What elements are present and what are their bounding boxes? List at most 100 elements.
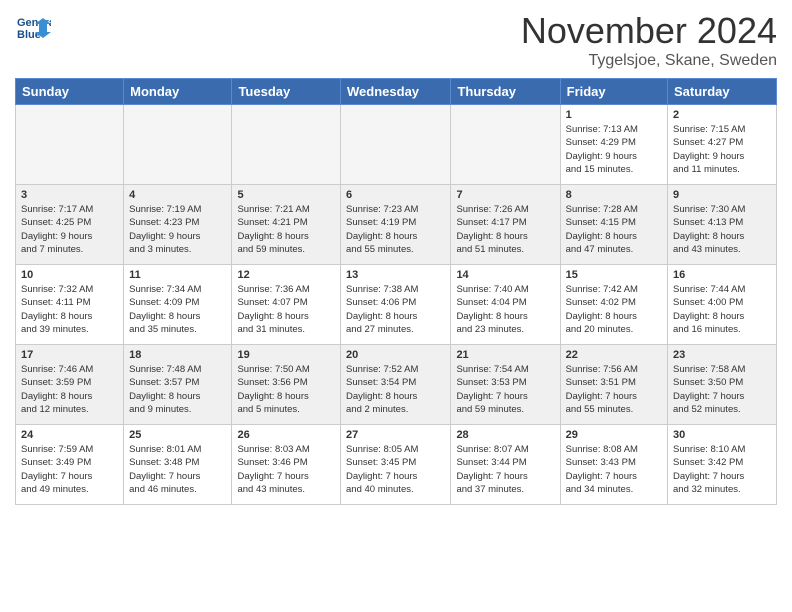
calendar-day: 26Sunrise: 8:03 AM Sunset: 3:46 PM Dayli… (232, 425, 341, 505)
day-info: Sunrise: 8:10 AM Sunset: 3:42 PM Dayligh… (673, 443, 771, 496)
day-number: 23 (673, 349, 771, 361)
day-number: 12 (237, 269, 335, 281)
col-thursday: Thursday (451, 79, 560, 105)
day-info: Sunrise: 7:54 AM Sunset: 3:53 PM Dayligh… (456, 363, 554, 416)
day-number: 15 (566, 269, 662, 281)
day-number: 21 (456, 349, 554, 361)
calendar-day: 10Sunrise: 7:32 AM Sunset: 4:11 PM Dayli… (16, 265, 124, 345)
location: Tygelsjoe, Skane, Sweden (521, 52, 777, 70)
calendar-day: 12 Sunrise: 7:36 AM Sunset: 4:07 PM Dayli… (232, 265, 341, 345)
day-info: Sunrise: 7:34 AM Sunset: 4:09 PM Dayligh… (129, 283, 226, 336)
calendar-day: 9Sunrise: 7:30 AM Sunset: 4:13 PM Daylig… (668, 185, 777, 265)
calendar-week-3: 17 Sunrise: 7:46 AM Sunset: 3:59 PM Dayli… (16, 345, 777, 425)
calendar-day: 24 Sunrise: 7:59 AM Sunset: 3:49 PM Dayli… (16, 425, 124, 505)
day-number: 8 (566, 189, 662, 201)
day-info: Sunrise: 8:08 AM Sunset: 3:43 PM Dayligh… (566, 443, 662, 496)
header: General Blue November 2024 Tygelsjoe, Sk… (15, 10, 777, 70)
day-number: 9 (673, 189, 771, 201)
calendar-day: 7Sunrise: 7:26 AM Sunset: 4:17 PM Daylig… (451, 185, 560, 265)
day-info: Sunrise: 7:58 AM Sunset: 3:50 PM Dayligh… (673, 363, 771, 416)
day-info: Sunrise: 7:59 AM Sunset: 3:49 PM Dayligh… (21, 443, 118, 496)
calendar-day: 15 Sunrise: 7:42 AM Sunset: 4:02 PM Dayli… (560, 265, 667, 345)
calendar-day: 4Sunrise: 7:19 AM Sunset: 4:23 PM Daylig… (124, 185, 232, 265)
day-number: 4 (129, 189, 226, 201)
day-number: 5 (237, 189, 335, 201)
day-number: 20 (346, 349, 445, 361)
day-info: Sunrise: 8:07 AM Sunset: 3:44 PM Dayligh… (456, 443, 554, 496)
calendar-day: 2Sunrise: 7:15 AM Sunset: 4:27 PM Daylig… (668, 105, 777, 185)
col-saturday: Saturday (668, 79, 777, 105)
calendar-day (341, 105, 451, 185)
calendar-day: 27 Sunrise: 8:05 AM Sunset: 3:45 PM Dayli… (341, 425, 451, 505)
calendar-day: 23 Sunrise: 7:58 AM Sunset: 3:50 PM Dayli… (668, 345, 777, 425)
calendar-day: 16 Sunrise: 7:44 AM Sunset: 4:00 PM Dayli… (668, 265, 777, 345)
day-info: Sunrise: 7:42 AM Sunset: 4:02 PM Dayligh… (566, 283, 662, 336)
calendar-day: 13 Sunrise: 7:38 AM Sunset: 4:06 PM Dayli… (341, 265, 451, 345)
day-info: Sunrise: 7:46 AM Sunset: 3:59 PM Dayligh… (21, 363, 118, 416)
title-section: November 2024 Tygelsjoe, Skane, Sweden (521, 10, 777, 70)
day-info: Sunrise: 8:01 AM Sunset: 3:48 PM Dayligh… (129, 443, 226, 496)
day-number: 27 (346, 429, 445, 441)
calendar-week-2: 10Sunrise: 7:32 AM Sunset: 4:11 PM Dayli… (16, 265, 777, 345)
calendar-day: 17 Sunrise: 7:46 AM Sunset: 3:59 PM Dayli… (16, 345, 124, 425)
calendar-day: 20 Sunrise: 7:52 AM Sunset: 3:54 PM Dayli… (341, 345, 451, 425)
calendar-day: 18 Sunrise: 7:48 AM Sunset: 3:57 PM Dayli… (124, 345, 232, 425)
day-number: 28 (456, 429, 554, 441)
calendar-day: 8 Sunrise: 7:28 AM Sunset: 4:15 PM Daylig… (560, 185, 667, 265)
calendar-day (232, 105, 341, 185)
calendar-day: 1 Sunrise: 7:13 AM Sunset: 4:29 PM Daylig… (560, 105, 667, 185)
day-info: Sunrise: 8:05 AM Sunset: 3:45 PM Dayligh… (346, 443, 445, 496)
day-number: 16 (673, 269, 771, 281)
day-info: Sunrise: 7:13 AM Sunset: 4:29 PM Dayligh… (566, 123, 662, 176)
day-info: Sunrise: 7:15 AM Sunset: 4:27 PM Dayligh… (673, 123, 771, 176)
calendar-day (124, 105, 232, 185)
day-info: Sunrise: 7:50 AM Sunset: 3:56 PM Dayligh… (237, 363, 335, 416)
day-number: 3 (21, 189, 118, 201)
day-info: Sunrise: 7:17 AM Sunset: 4:25 PM Dayligh… (21, 203, 118, 256)
day-number: 17 (21, 349, 118, 361)
day-number: 7 (456, 189, 554, 201)
day-info: Sunrise: 7:44 AM Sunset: 4:00 PM Dayligh… (673, 283, 771, 336)
svg-text:Blue: Blue (17, 29, 41, 41)
calendar-day: 5Sunrise: 7:21 AM Sunset: 4:21 PM Daylig… (232, 185, 341, 265)
calendar-day: 30 Sunrise: 8:10 AM Sunset: 3:42 PM Dayli… (668, 425, 777, 505)
month-title: November 2024 (521, 10, 777, 52)
day-number: 1 (566, 109, 662, 121)
day-info: Sunrise: 7:48 AM Sunset: 3:57 PM Dayligh… (129, 363, 226, 416)
logo: General Blue (15, 10, 55, 46)
calendar-day: 21 Sunrise: 7:54 AM Sunset: 3:53 PM Dayli… (451, 345, 560, 425)
calendar-day (451, 105, 560, 185)
day-info: Sunrise: 8:03 AM Sunset: 3:46 PM Dayligh… (237, 443, 335, 496)
day-number: 29 (566, 429, 662, 441)
calendar-day: 11 Sunrise: 7:34 AM Sunset: 4:09 PM Dayli… (124, 265, 232, 345)
col-friday: Friday (560, 79, 667, 105)
calendar-day: 28 Sunrise: 8:07 AM Sunset: 3:44 PM Dayli… (451, 425, 560, 505)
day-number: 14 (456, 269, 554, 281)
day-info: Sunrise: 7:32 AM Sunset: 4:11 PM Dayligh… (21, 283, 118, 336)
calendar-day: 25 Sunrise: 8:01 AM Sunset: 3:48 PM Dayli… (124, 425, 232, 505)
day-number: 6 (346, 189, 445, 201)
calendar-day (16, 105, 124, 185)
day-number: 13 (346, 269, 445, 281)
calendar-week-0: 1 Sunrise: 7:13 AM Sunset: 4:29 PM Daylig… (16, 105, 777, 185)
day-number: 18 (129, 349, 226, 361)
day-info: Sunrise: 7:23 AM Sunset: 4:19 PM Dayligh… (346, 203, 445, 256)
calendar-day: 6 Sunrise: 7:23 AM Sunset: 4:19 PM Daylig… (341, 185, 451, 265)
day-info: Sunrise: 7:36 AM Sunset: 4:07 PM Dayligh… (237, 283, 335, 336)
calendar-day: 22Sunrise: 7:56 AM Sunset: 3:51 PM Dayli… (560, 345, 667, 425)
day-info: Sunrise: 7:52 AM Sunset: 3:54 PM Dayligh… (346, 363, 445, 416)
day-info: Sunrise: 7:38 AM Sunset: 4:06 PM Dayligh… (346, 283, 445, 336)
calendar-day: 14 Sunrise: 7:40 AM Sunset: 4:04 PM Dayli… (451, 265, 560, 345)
day-info: Sunrise: 7:28 AM Sunset: 4:15 PM Dayligh… (566, 203, 662, 256)
calendar-day: 19 Sunrise: 7:50 AM Sunset: 3:56 PM Dayli… (232, 345, 341, 425)
calendar-day: 3 Sunrise: 7:17 AM Sunset: 4:25 PM Daylig… (16, 185, 124, 265)
day-info: Sunrise: 7:40 AM Sunset: 4:04 PM Dayligh… (456, 283, 554, 336)
day-number: 30 (673, 429, 771, 441)
calendar-table: Sunday Monday Tuesday Wednesday Thursday… (15, 78, 777, 505)
calendar-header-row: Sunday Monday Tuesday Wednesday Thursday… (16, 79, 777, 105)
day-number: 11 (129, 269, 226, 281)
day-number: 19 (237, 349, 335, 361)
day-number: 24 (21, 429, 118, 441)
col-wednesday: Wednesday (341, 79, 451, 105)
day-number: 25 (129, 429, 226, 441)
